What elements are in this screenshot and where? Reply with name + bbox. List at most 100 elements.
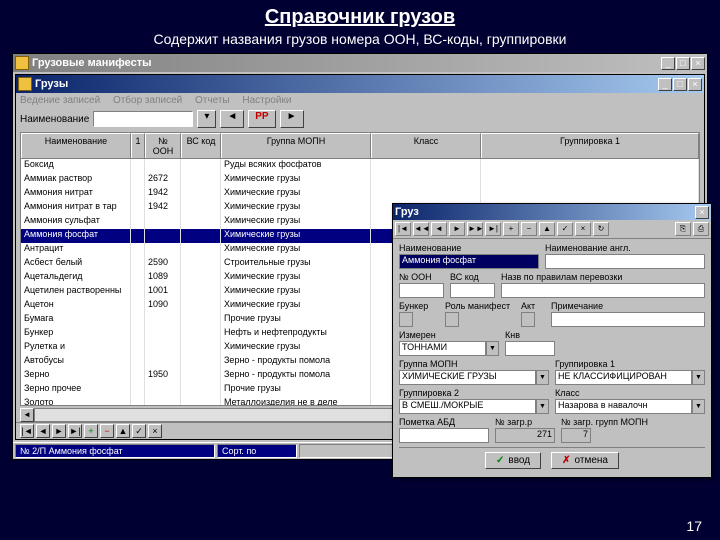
cell: Аммония сульфат (21, 215, 131, 229)
filter-dropdown[interactable]: ▾ (197, 110, 216, 128)
col-oon[interactable]: № ООН (145, 133, 181, 158)
g2-dropdown[interactable]: ▼ (536, 399, 549, 414)
rule-label: Назв по правилам перевозки (501, 272, 705, 282)
act-check[interactable] (521, 312, 535, 327)
dlg-nav-last[interactable]: ►| (485, 222, 501, 236)
name-field[interactable]: Аммония фосфат (399, 254, 539, 269)
col-name[interactable]: Наименование (21, 133, 131, 158)
maximize-button[interactable]: □ (676, 57, 690, 70)
cell: Зерно - продукты помола (221, 355, 371, 369)
inner-close-button[interactable]: × (688, 78, 702, 91)
outer-titlebar[interactable]: Грузовые манифесты _ □ × (13, 54, 707, 72)
bc-field[interactable] (450, 283, 495, 298)
cell (181, 285, 221, 299)
filter-next[interactable]: ► (280, 110, 304, 128)
dlg-tool-2[interactable]: ⎙ (693, 222, 709, 236)
class-field[interactable]: Назарова в навалочн (555, 399, 692, 414)
ngrp-field[interactable]: 7 (561, 428, 591, 443)
dlg-nav-first[interactable]: |◄ (395, 222, 411, 236)
col-group[interactable]: Группа МОПН (221, 133, 371, 158)
nstr-field[interactable]: 271 (495, 428, 555, 443)
note-field[interactable] (551, 312, 705, 327)
dlg-nav-post[interactable]: ✓ (557, 222, 573, 236)
col-bc[interactable]: ВС код (181, 133, 221, 158)
izm-label: Измерен (399, 330, 499, 340)
nav-first[interactable]: |◄ (20, 424, 34, 438)
dlg-tool-1[interactable]: ⎘ (675, 222, 691, 236)
role-check[interactable] (445, 312, 459, 327)
dialog-titlebar[interactable]: Груз × (393, 204, 711, 220)
dlg-nav-pgdn[interactable]: ►► (467, 222, 483, 236)
menu-settings[interactable]: Настройки (242, 95, 291, 106)
filter-input[interactable] (93, 111, 193, 127)
cell (181, 159, 221, 173)
close-button[interactable]: × (691, 57, 705, 70)
menu-records[interactable]: Ведение записей (20, 95, 100, 106)
table-row[interactable]: БоксидРуды всяких фосфатов (21, 159, 699, 173)
adb-field[interactable] (399, 428, 489, 443)
nameeng-field[interactable] (545, 254, 705, 269)
bunker-check[interactable] (399, 312, 413, 327)
table-row[interactable]: Аммония нитрат1942Химические грузы (21, 187, 699, 201)
gmopn-field[interactable]: ХИМИЧЕСКИЕ ГРУЗЫ (399, 370, 536, 385)
scroll-left[interactable]: ◄ (20, 408, 34, 422)
dlg-nav-add[interactable]: + (503, 222, 519, 236)
gmopn-dropdown[interactable]: ▼ (536, 370, 549, 385)
dlg-nav-edit[interactable]: ▲ (539, 222, 555, 236)
cell: Аммония нитрат в тар (21, 201, 131, 215)
izm-field[interactable]: ТОННАМИ (399, 341, 486, 356)
col-1[interactable]: 1 (131, 133, 145, 158)
menubar[interactable]: Ведение записей Отбор записей Отчеты Нас… (16, 93, 704, 108)
nav-next[interactable]: ► (52, 424, 66, 438)
izm-dropdown[interactable]: ▼ (486, 341, 499, 356)
ngrp-label: № загр. групп МОПН (561, 417, 705, 427)
dlg-nav-pgup[interactable]: ◄◄ (413, 222, 429, 236)
dialog-close-button[interactable]: × (695, 206, 709, 219)
oon-field[interactable] (399, 283, 444, 298)
cell (481, 159, 699, 173)
dlg-nav-cancel[interactable]: × (575, 222, 591, 236)
slide-title: Справочник грузов (0, 0, 720, 31)
nav-cancel[interactable]: × (148, 424, 162, 438)
rule-field[interactable] (501, 283, 705, 298)
menu-reports[interactable]: Отчеты (195, 95, 230, 106)
class-dropdown[interactable]: ▼ (692, 399, 705, 414)
table-row[interactable]: Аммиак раствор2672Химические грузы (21, 173, 699, 187)
cargo-dialog: Груз × |◄ ◄◄ ◄ ► ►► ►| + − ▲ ✓ × ↻ ⎘ ⎙ Н… (392, 203, 712, 478)
cell (481, 173, 699, 187)
nav-edit[interactable]: ▲ (116, 424, 130, 438)
dlg-nav-refresh[interactable]: ↻ (593, 222, 609, 236)
inner-minimize-button[interactable]: _ (658, 78, 672, 91)
cancel-button[interactable]: ✗отмена (551, 452, 619, 469)
menu-filter[interactable]: Отбор записей (113, 95, 182, 106)
inner-maximize-button[interactable]: □ (673, 78, 687, 91)
adb-label: Пометка АБД (399, 417, 489, 427)
ok-button[interactable]: ✓ввод (485, 452, 541, 469)
nav-prev[interactable]: ◄ (36, 424, 50, 438)
dlg-nav-del[interactable]: − (521, 222, 537, 236)
nav-add[interactable]: + (84, 424, 98, 438)
cell (131, 397, 145, 405)
nav-last[interactable]: ►| (68, 424, 82, 438)
g1-dropdown[interactable]: ▼ (692, 370, 705, 385)
cell: 1089 (145, 271, 181, 285)
nameeng-label: Наименование англ. (545, 243, 705, 253)
cell (181, 341, 221, 355)
inner-titlebar[interactable]: Грузы _ □ × (16, 75, 704, 93)
cell (131, 341, 145, 355)
kns-field[interactable] (505, 341, 555, 356)
filter-prev[interactable]: ◄ (220, 110, 244, 128)
minimize-button[interactable]: _ (661, 57, 675, 70)
cell (131, 271, 145, 285)
filter-pp-button[interactable]: PP (248, 110, 275, 128)
dlg-nav-prev[interactable]: ◄ (431, 222, 447, 236)
nav-post[interactable]: ✓ (132, 424, 146, 438)
cell: Химические грузы (221, 271, 371, 285)
col-grp1[interactable]: Группировка 1 (481, 133, 699, 158)
col-class[interactable]: Класс (371, 133, 481, 158)
g1-field[interactable]: НЕ КЛАССИФИЦИРОВАН (555, 370, 692, 385)
dlg-nav-next[interactable]: ► (449, 222, 465, 236)
cell (131, 229, 145, 243)
nav-del[interactable]: − (100, 424, 114, 438)
g2-field[interactable]: В СМЕШ./МОКРЫЕ (399, 399, 536, 414)
